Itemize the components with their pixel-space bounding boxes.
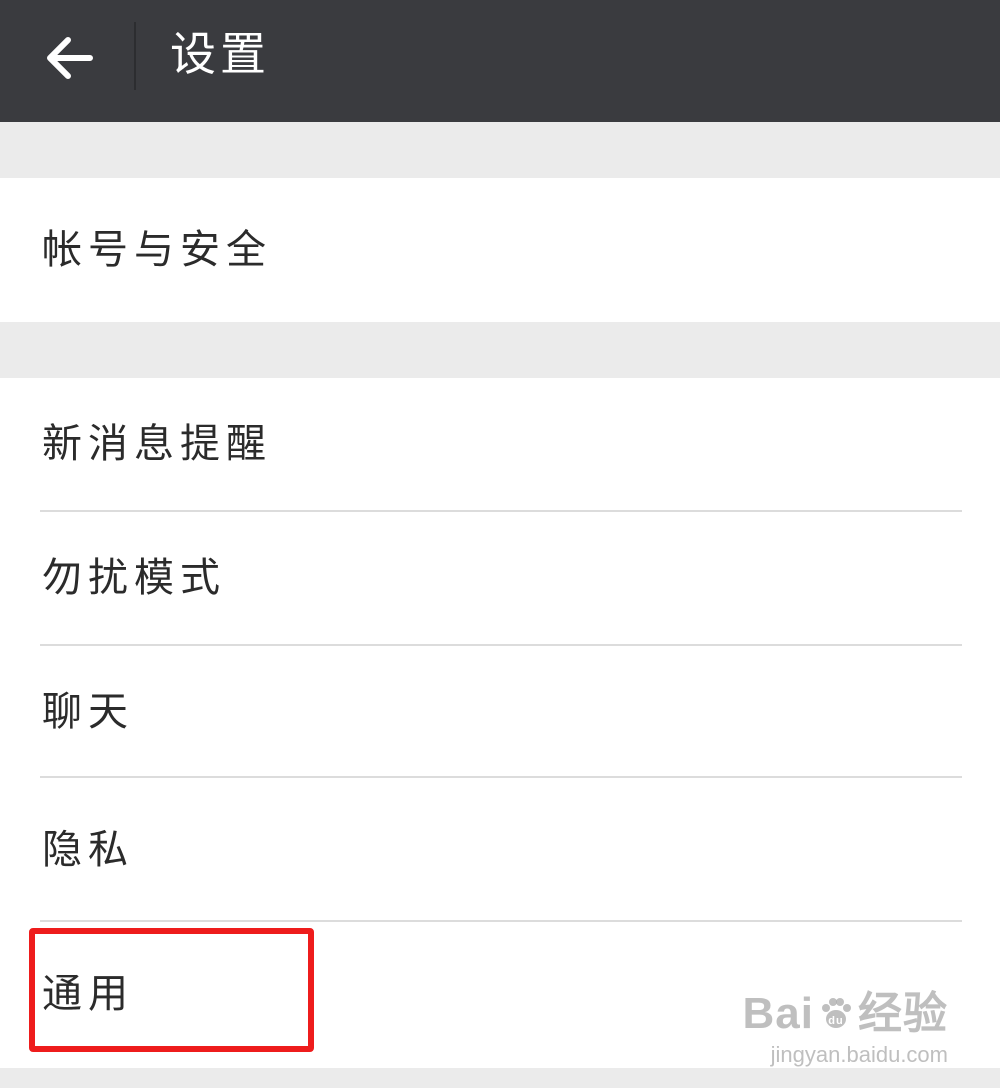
- settings-item-account-security[interactable]: 帐号与安全: [0, 178, 1000, 322]
- watermark-logo-left: Bai: [742, 989, 814, 1038]
- settings-item-label: 勿扰模式: [42, 555, 226, 601]
- settings-item-label: 帐号与安全: [42, 227, 272, 273]
- header-divider: [134, 22, 136, 90]
- settings-item-privacy[interactable]: 隐私: [0, 778, 1000, 920]
- settings-group-account: 帐号与安全: [0, 178, 1000, 322]
- arrow-left-icon: [47, 37, 93, 79]
- settings-item-label: 通用: [42, 971, 134, 1017]
- baidu-jingyan-watermark: Bai du 经验 jingyan.baidu.com: [743, 990, 948, 1068]
- settings-item-new-message-alert[interactable]: 新消息提醒: [0, 378, 1000, 510]
- back-button[interactable]: [26, 18, 112, 98]
- watermark-logo-right: 经验: [858, 989, 948, 1038]
- watermark-url: jingyan.baidu.com: [770, 1042, 948, 1067]
- watermark-paw-text: du: [828, 1015, 843, 1027]
- settings-item-label: 新消息提醒: [42, 421, 272, 467]
- settings-screen: 设置 帐号与安全 新消息提醒 勿扰模式 聊天 隐私 通用 Bai du 经验 j…: [0, 0, 1000, 1088]
- watermark-logo: Bai du 经验: [743, 990, 948, 1038]
- paw-icon: du: [822, 998, 851, 1028]
- settings-item-label: 隐私: [42, 827, 134, 873]
- page-title: 设置: [170, 27, 270, 81]
- settings-item-chat[interactable]: 聊天: [0, 646, 1000, 776]
- settings-item-label: 聊天: [42, 689, 134, 735]
- top-bar: 设置: [0, 0, 1000, 122]
- settings-group-main: 新消息提醒 勿扰模式 聊天 隐私 通用: [0, 378, 1000, 1068]
- settings-item-do-not-disturb[interactable]: 勿扰模式: [0, 512, 1000, 644]
